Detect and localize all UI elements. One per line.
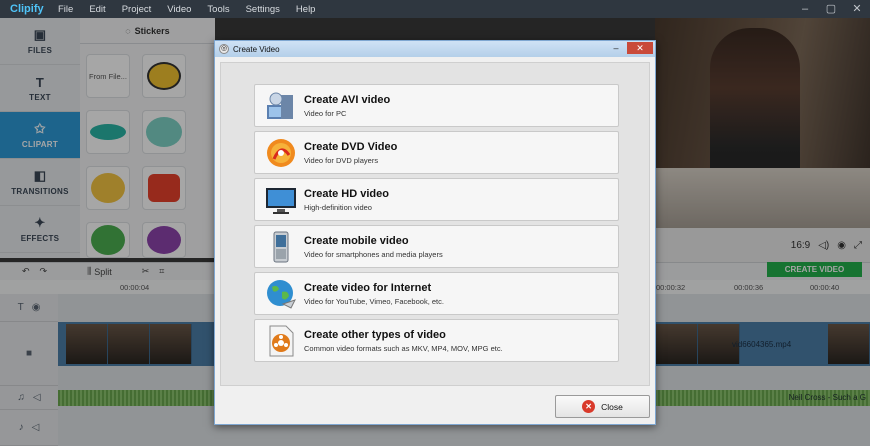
minimize-icon[interactable]: – (607, 42, 625, 54)
menu-tools[interactable]: Tools (207, 4, 229, 15)
create-avi-option[interactable]: Create AVI video Video for PC (254, 84, 619, 127)
option-title: Create video for Internet (304, 281, 432, 294)
close-button-label: Close (601, 401, 623, 412)
option-title: Create AVI video (304, 93, 391, 106)
close-button[interactable]: ✕ Close (555, 395, 650, 418)
app-icon: ◎ (219, 44, 229, 54)
option-description: Video for PC (304, 108, 347, 118)
create-internet-option[interactable]: Create video for Internet Video for YouT… (254, 272, 619, 315)
menu-project[interactable]: Project (122, 4, 152, 15)
create-hd-option[interactable]: Create HD video High-definition video (254, 178, 619, 221)
dialog-title: Create Video (233, 44, 280, 54)
menu-file[interactable]: File (58, 4, 73, 15)
dialog-window-controls: – ✕ (607, 42, 653, 54)
mobile-phone-icon (265, 231, 297, 263)
maximize-icon[interactable]: ▢ (818, 0, 844, 18)
option-description: High-definition video (304, 202, 372, 212)
option-title: Create HD video (304, 187, 389, 200)
dialog-titlebar: ◎ Create Video – ✕ (215, 41, 655, 57)
option-title: Create DVD Video (304, 140, 398, 153)
option-title: Create other types of video (304, 328, 446, 341)
dialog-body: Create AVI video Video for PC Create DVD… (220, 62, 650, 386)
option-title: Create mobile video (304, 234, 409, 247)
create-video-dialog: ◎ Create Video – ✕ Create AVI video Vide… (214, 40, 656, 425)
option-description: Video for smartphones and media players (304, 249, 443, 259)
menu-settings[interactable]: Settings (246, 4, 280, 15)
menu-edit[interactable]: Edit (89, 4, 105, 15)
minimize-icon[interactable]: – (792, 0, 818, 18)
close-window-icon[interactable]: ✕ (844, 0, 870, 18)
globe-icon (265, 278, 297, 310)
dvd-icon (265, 137, 297, 169)
create-other-option[interactable]: Create other types of video Common video… (254, 319, 619, 362)
menu-bar: File Edit Project Video Tools Settings H… (58, 4, 331, 15)
hd-monitor-icon (265, 184, 297, 216)
app-titlebar: Clipify File Edit Project Video Tools Se… (0, 0, 870, 18)
option-description: Video for DVD players (304, 155, 379, 165)
film-reel-icon (265, 325, 297, 357)
avi-video-icon (265, 90, 297, 122)
option-description: Common video formats such as MKV, MP4, M… (304, 343, 503, 353)
close-icon: ✕ (582, 400, 596, 413)
app-logo: Clipify (10, 3, 44, 15)
menu-video[interactable]: Video (167, 4, 191, 15)
menu-help[interactable]: Help (296, 4, 316, 15)
option-description: Video for YouTube, Vimeo, Facebook, etc. (304, 296, 444, 306)
create-mobile-option[interactable]: Create mobile video Video for smartphone… (254, 225, 619, 268)
create-dvd-option[interactable]: Create DVD Video Video for DVD players (254, 131, 619, 174)
close-icon[interactable]: ✕ (627, 42, 653, 54)
window-controls: – ▢ ✕ (792, 0, 870, 18)
